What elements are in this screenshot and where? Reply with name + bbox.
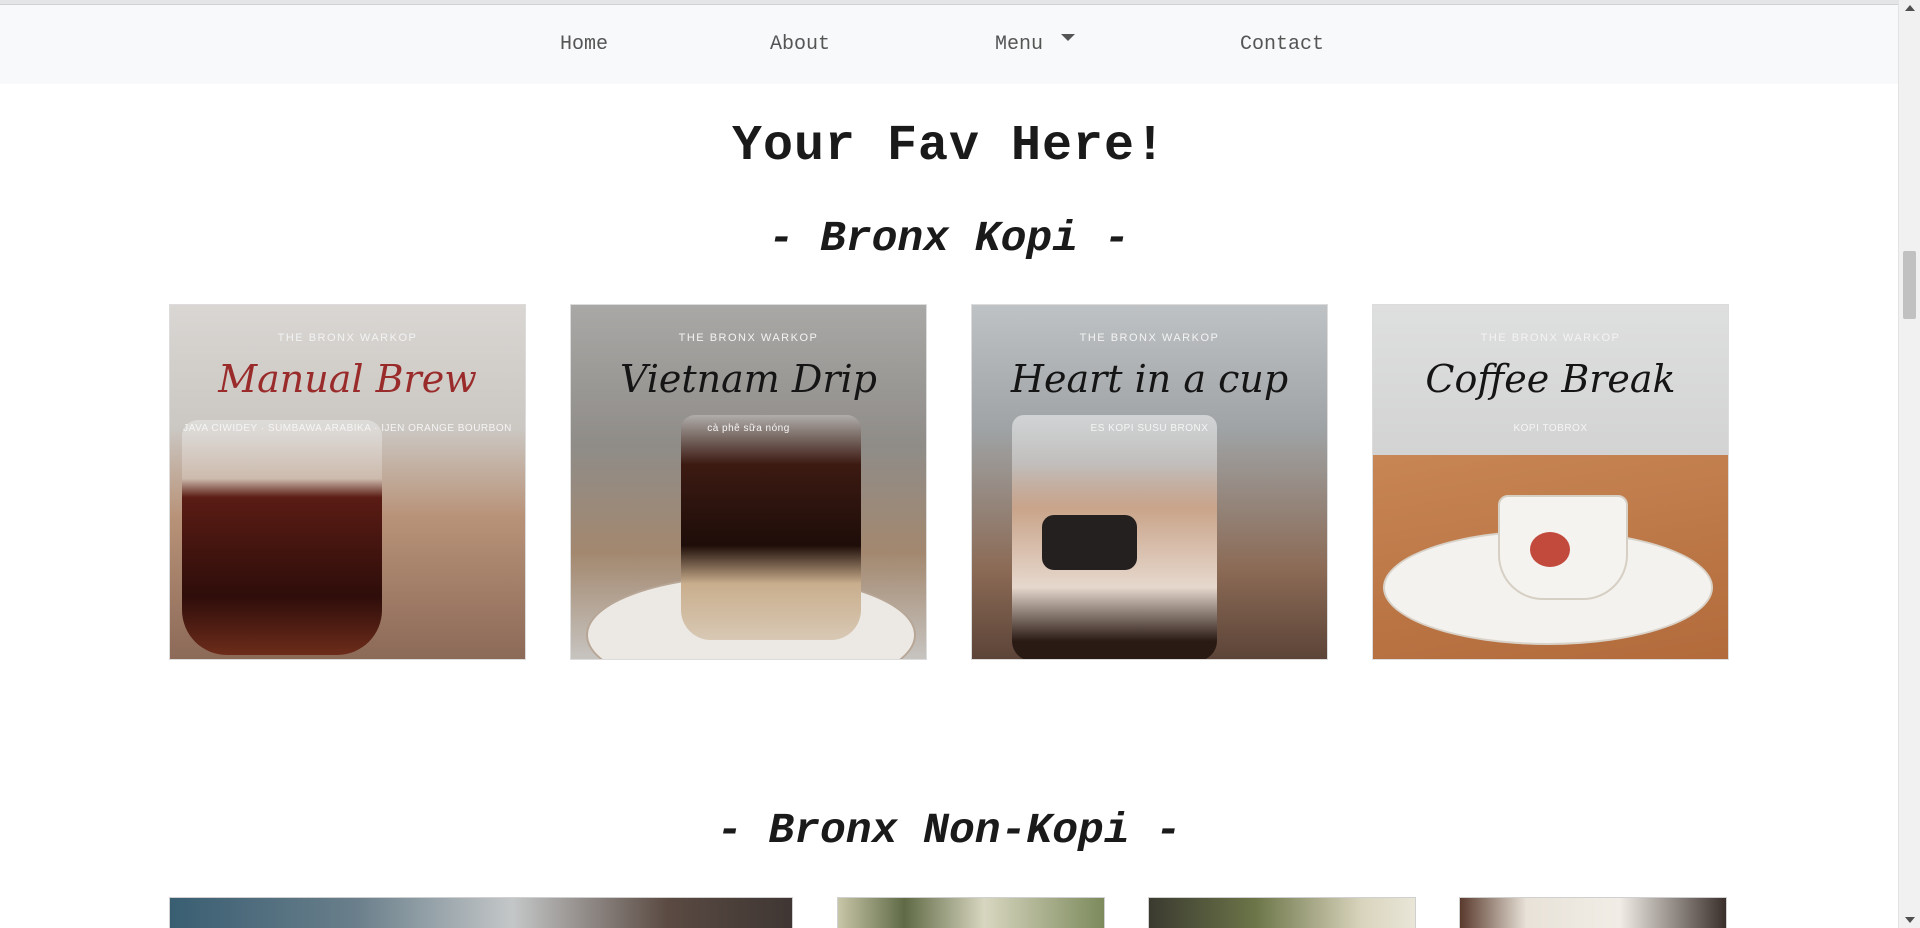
card-drink-subtitle: KOPI TOBROX [1513,423,1588,434]
cup-logo-image [1042,515,1137,570]
product-card-vietnam-drip[interactable]: THE BRONX WARKOP Vietnam Drip cà phê sữa… [570,304,927,660]
nav-contact-link[interactable]: Contact [1240,33,1324,56]
card-drink-name: Heart in a cup [1010,357,1289,401]
product-card-heart-in-a-cup[interactable]: THE BRONX WARKOP Heart in a cup ES KOPI … [971,304,1328,660]
nav-menu-label: Menu [995,33,1044,56]
card-drink-name: Vietnam Drip [619,357,878,401]
card-drink-name: Coffee Break [1425,357,1676,401]
product-card-non-kopi-3[interactable] [1148,897,1416,928]
page-scrollbar[interactable] [1898,0,1920,928]
coffee-cup-image [1498,495,1628,600]
product-card-non-kopi-2[interactable] [837,897,1105,928]
arrow-up-icon[interactable] [1905,5,1915,11]
nav-about-link[interactable]: About [770,33,830,56]
nav-home-link[interactable]: Home [560,33,608,56]
caret-down-icon [1061,34,1076,41]
card-brand: THE BRONX WARKOP [1480,332,1621,344]
coffee-glass-image [182,420,382,655]
card-drink-subtitle: JAVA CIWIDEY · SUMBAWA ARABIKA · IJEN OR… [183,423,512,434]
top-navbar: Home About Menu Contact [0,5,1898,84]
card-drink-subtitle: ES KOPI SUSU BRONX [1090,423,1209,434]
card-brand: THE BRONX WARKOP [1079,332,1220,344]
card-brand: THE BRONX WARKOP [678,332,819,344]
coffee-glass-image [681,415,861,640]
arrow-down-icon[interactable] [1905,917,1915,923]
product-card-manual-brew[interactable]: THE BRONX WARKOP Manual Brew JAVA CIWIDE… [169,304,526,660]
page-title: Your Fav Here! [731,118,1167,175]
product-card-non-kopi-4[interactable] [1459,897,1727,928]
scrollbar-thumb[interactable] [1903,251,1916,319]
nav-menu-dropdown[interactable]: Menu [995,33,1076,56]
product-card-non-kopi-1[interactable] [169,897,793,928]
section-title-non-kopi: - Bronx Non-Kopi - [716,806,1182,855]
card-drink-name: Manual Brew [218,357,477,401]
card-brand: THE BRONX WARKOP [277,332,418,344]
product-card-coffee-break[interactable]: THE BRONX WARKOP Coffee Break KOPI TOBRO… [1372,304,1729,660]
section-title-kopi: - Bronx Kopi - [768,214,1130,263]
card-drink-subtitle: cà phê sữa nóng [707,423,790,434]
